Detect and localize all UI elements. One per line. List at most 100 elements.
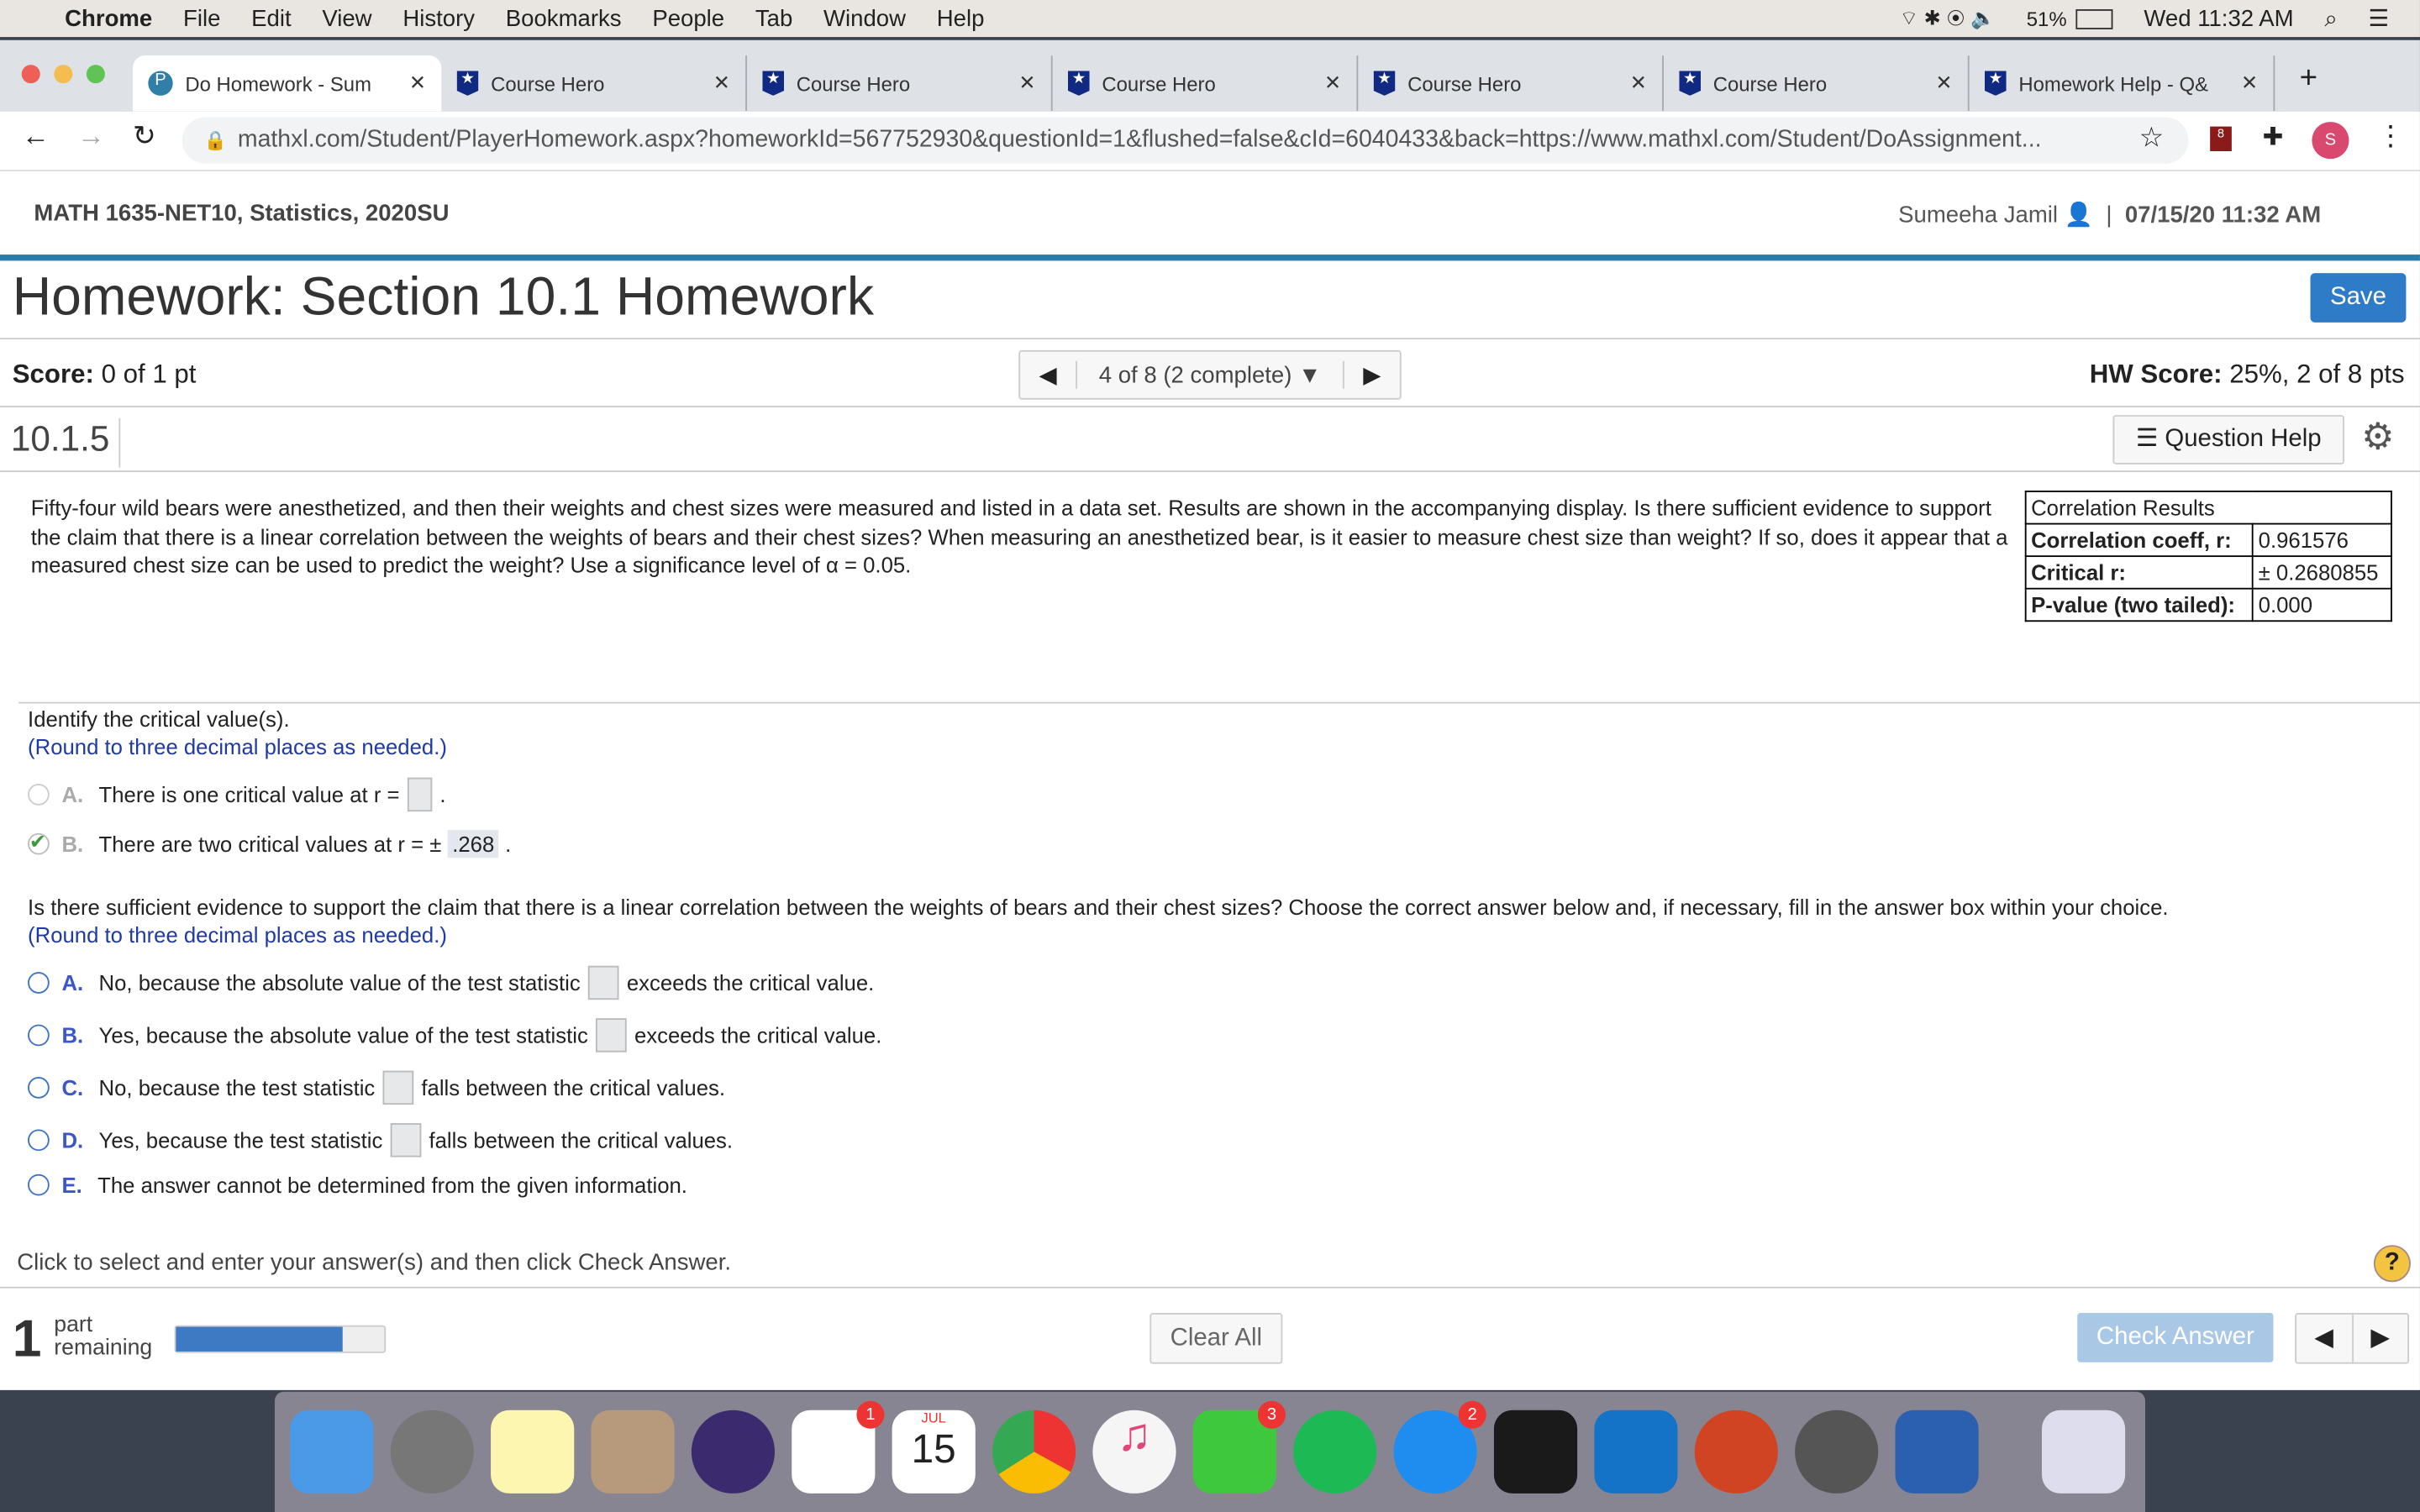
user-name[interactable]: Sumeeha Jamil: [1898, 202, 2058, 228]
clock[interactable]: Wed 11:32 AM: [2144, 5, 2293, 31]
outlook-icon[interactable]: [1594, 1410, 1678, 1494]
finder-icon[interactable]: [290, 1410, 374, 1494]
radio-button[interactable]: [28, 1129, 50, 1152]
menu-history[interactable]: History: [402, 5, 475, 31]
hw-score-label: HW Score:: [2089, 359, 2223, 389]
tab-homework-help[interactable]: ★ Homework Help - Q& ✕: [1970, 55, 2275, 112]
kindle-icon[interactable]: [1493, 1410, 1578, 1494]
menu-bookmarks[interactable]: Bookmarks: [506, 5, 622, 31]
forward-button[interactable]: →: [77, 120, 105, 153]
tab-label: Do Homework - Sum: [185, 71, 371, 95]
bookmark-star-icon[interactable]: ☆: [2139, 122, 2165, 155]
minimize-window-button[interactable]: [54, 65, 73, 84]
radio-button[interactable]: [28, 1024, 50, 1047]
menu-help[interactable]: Help: [937, 5, 985, 31]
previous-part-button[interactable]: ◀: [2296, 1314, 2354, 1362]
close-tab-icon[interactable]: ✕: [713, 71, 730, 95]
word-icon[interactable]: [1895, 1410, 1979, 1494]
answer-box[interactable]: [587, 965, 619, 1000]
option-text: Yes, because the test statistic: [98, 1127, 383, 1153]
notes-icon[interactable]: [491, 1410, 575, 1494]
menu-chrome[interactable]: Chrome: [65, 5, 152, 31]
check-answer-button[interactable]: Check Answer: [2077, 1313, 2274, 1362]
save-button[interactable]: Save: [2310, 273, 2407, 323]
user-icon: 👤: [2064, 202, 2094, 228]
menu-tab[interactable]: Tab: [755, 5, 792, 31]
question-select[interactable]: 4 of 8 (2 complete) ▼: [1077, 362, 1343, 388]
selected-check-icon[interactable]: ✔: [28, 832, 50, 855]
help-icon[interactable]: ?: [2373, 1245, 2411, 1283]
clear-all-button[interactable]: Clear All: [1150, 1313, 1283, 1364]
close-tab-icon[interactable]: ✕: [1630, 71, 1647, 95]
answer-value[interactable]: .268: [447, 830, 499, 858]
tab-course-hero[interactable]: ★ Course Hero ✕: [441, 55, 747, 112]
tab-course-hero[interactable]: ★ Course Hero ✕: [1053, 55, 1359, 112]
tab-do-homework[interactable]: P Do Homework - Sum ✕: [132, 55, 442, 112]
next-question-button[interactable]: ▶: [1342, 360, 1400, 389]
search-icon[interactable]: ⌕: [2324, 5, 2337, 31]
puzzle-icon[interactable]: ✚: [2263, 122, 2284, 153]
zoom-window-button[interactable]: [86, 65, 105, 84]
close-tab-icon[interactable]: ✕: [1935, 71, 1952, 95]
menu-file[interactable]: File: [183, 5, 220, 31]
part2-option-b[interactable]: B. Yes, because the absolute value of the…: [28, 1018, 881, 1053]
previous-question-button[interactable]: ◀: [1020, 360, 1078, 389]
part2-option-d[interactable]: D. Yes, because the test statistic falls b…: [28, 1123, 733, 1158]
menu-view[interactable]: View: [322, 5, 371, 31]
reminders-icon[interactable]: 1: [792, 1400, 885, 1494]
answer-box[interactable]: [596, 1018, 627, 1053]
radio-button[interactable]: [28, 1077, 50, 1099]
extension-icon[interactable]: 8: [2210, 126, 2232, 151]
address-bar[interactable]: 🔒 mathxl.com/Student/PlayerHomework.aspx?…: [182, 117, 2189, 164]
part2-option-a[interactable]: A. No, because the absolute value of the …: [28, 965, 874, 1000]
part2-option-c[interactable]: C. No, because the test statistic falls be…: [28, 1070, 725, 1105]
radio-button[interactable]: [28, 972, 50, 994]
radio-button[interactable]: [28, 1173, 50, 1196]
spotify-icon[interactable]: [1293, 1410, 1377, 1494]
system-preferences-icon[interactable]: [1795, 1410, 1879, 1494]
gear-icon[interactable]: ⚙: [2361, 415, 2395, 459]
close-tab-icon[interactable]: ✕: [409, 71, 426, 95]
tab-course-hero[interactable]: ★ Course Hero ✕: [1358, 55, 1664, 112]
close-tab-icon[interactable]: ✕: [1324, 71, 1341, 95]
radio-button[interactable]: [28, 784, 50, 806]
menu-edit[interactable]: Edit: [251, 5, 291, 31]
launchpad-icon[interactable]: [390, 1410, 474, 1494]
answer-box[interactable]: [407, 777, 433, 812]
battery-icon[interactable]: [2075, 8, 2113, 29]
back-button[interactable]: ←: [22, 120, 50, 153]
powerpoint-icon[interactable]: [1694, 1410, 1778, 1494]
trash-icon[interactable]: [2041, 1410, 2126, 1494]
part2-option-e[interactable]: E. The answer cannot be determined from t…: [28, 1173, 687, 1197]
close-window-button[interactable]: [21, 65, 40, 84]
question-help-button[interactable]: ☰ Question Help: [2112, 415, 2344, 465]
new-tab-button[interactable]: +: [2300, 61, 2317, 97]
answer-box[interactable]: [382, 1070, 414, 1105]
reload-button[interactable]: ↻: [133, 120, 156, 153]
chrome-icon[interactable]: [992, 1410, 1076, 1494]
tab-course-hero[interactable]: ★ Course Hero ✕: [1664, 55, 1970, 112]
list-icon[interactable]: ☰: [2369, 5, 2390, 32]
calendar-icon[interactable]: JUL 15: [892, 1410, 976, 1494]
wifi-icon[interactable]: ⌔ ✱ ◉ 🔈: [1899, 6, 1996, 30]
answer-box[interactable]: [390, 1123, 422, 1158]
browser-toolbar: ← → ↻ 🔒 mathxl.com/Student/PlayerHomework…: [0, 111, 2420, 171]
option-letter: B.: [61, 831, 84, 857]
app-store-icon[interactable]: 2: [1393, 1400, 1486, 1494]
part1-option-b[interactable]: ✔ B. There are two critical values at r = …: [28, 830, 511, 858]
menu-people[interactable]: People: [652, 5, 724, 31]
close-tab-icon[interactable]: ✕: [2241, 71, 2258, 95]
close-tab-icon[interactable]: ✕: [1018, 71, 1035, 95]
calculator-icon[interactable]: [591, 1410, 675, 1494]
menu-window[interactable]: Window: [823, 5, 906, 31]
part1-option-a[interactable]: A. There is one critical value at r =.: [28, 777, 445, 812]
music-icon[interactable]: ♫: [1092, 1410, 1176, 1494]
course-hero-icon: ★: [1984, 71, 2007, 96]
table-value: ± 0.2680855: [2252, 555, 2392, 590]
next-part-button[interactable]: ▶: [2353, 1315, 2407, 1362]
tab-course-hero[interactable]: ★ Course Hero ✕: [747, 55, 1053, 112]
profile-avatar[interactable]: S: [2312, 122, 2349, 160]
more-menu-icon[interactable]: ⋮: [2377, 120, 2405, 153]
siri-icon[interactable]: [691, 1410, 776, 1494]
facetime-icon[interactable]: 3: [1192, 1400, 1286, 1494]
